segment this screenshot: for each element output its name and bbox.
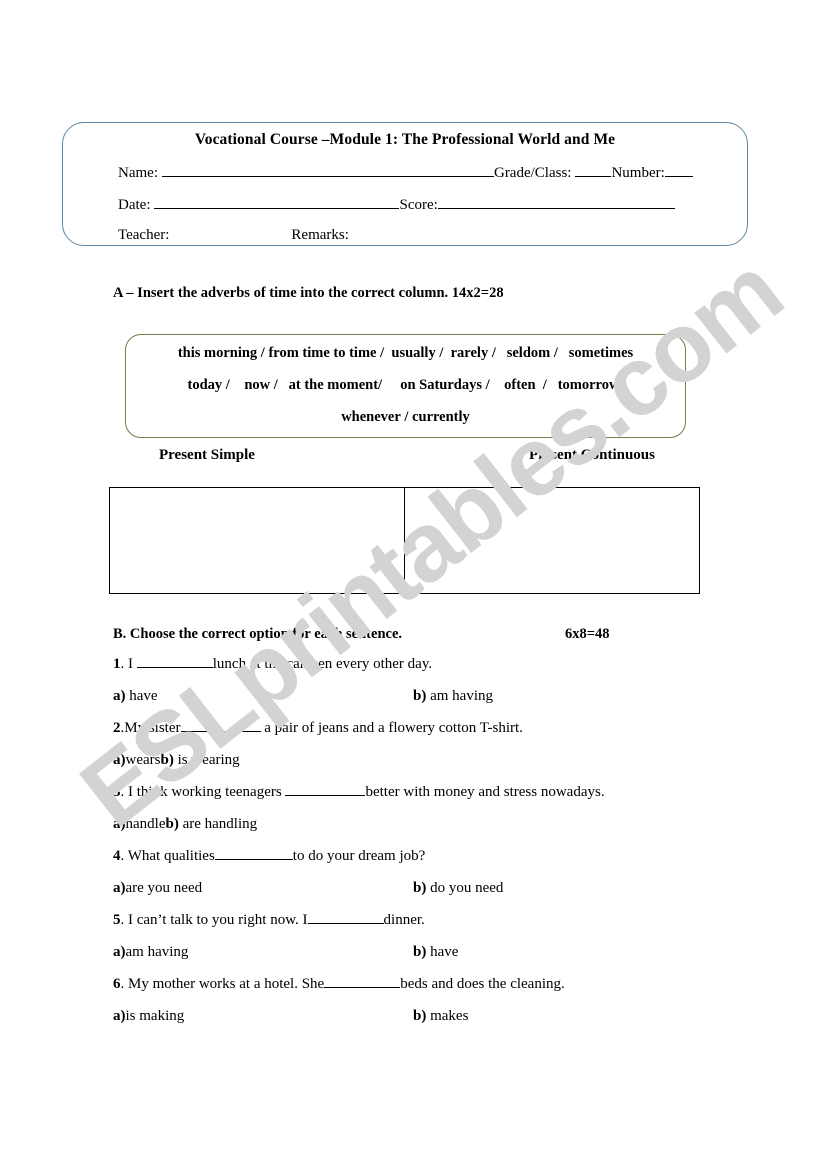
question-3-option-b[interactable]: b) are handling	[165, 816, 257, 832]
number-label: Number:	[611, 165, 665, 181]
column-header-present-simple: Present Simple	[159, 447, 255, 463]
question-3-blank[interactable]	[285, 782, 366, 796]
question-6-pre: . My mother works at a hotel. She	[120, 976, 325, 992]
section-b: B. Choose the correct option for each se…	[113, 626, 733, 1032]
student-info-card: Vocational Course –Module 1: The Profess…	[62, 122, 748, 246]
question-6-option-a[interactable]: a)is making	[113, 1008, 184, 1024]
word-box-line-1: this morning / from time to time / usual…	[177, 345, 634, 361]
answer-table	[109, 487, 700, 594]
section-b-points: 6x8=48	[565, 626, 610, 642]
grade-class-label: Grade/Class:	[493, 165, 572, 181]
question-3-number: 3	[113, 784, 121, 800]
date-label: Date:	[118, 197, 151, 213]
word-box-line-2: today / now / at the moment/ on Saturday…	[187, 377, 624, 393]
number-input-line[interactable]	[664, 163, 693, 177]
remarks-label: Remarks:	[291, 227, 349, 243]
question-2-pre: .My sister	[120, 720, 181, 736]
question-1: 1. I lunch at the canteen every other da…	[113, 648, 733, 680]
question-6-number: 6	[113, 976, 121, 992]
name-label: Name:	[118, 165, 158, 181]
date-row: Date: Score:	[118, 195, 735, 214]
adverbs-word-box: this morning / from time to time / usual…	[125, 334, 686, 438]
question-3-options: a)handleb) are handling	[113, 808, 733, 840]
name-input-line[interactable]	[161, 163, 494, 177]
question-6: 6. My mother works at a hotel. She beds a…	[113, 968, 733, 1000]
question-5-option-b[interactable]: b) have	[413, 936, 458, 968]
question-5-number: 5	[113, 912, 121, 928]
teacher-row: Teacher: Remarks:	[118, 227, 735, 244]
question-1-number: 1	[113, 656, 121, 672]
question-3-pre: . I think working teenagers	[120, 784, 286, 800]
question-4-option-b[interactable]: b) do you need	[413, 872, 503, 904]
section-b-heading-row: B. Choose the correct option for each se…	[113, 626, 733, 648]
question-2-options: a)wearsb) is wearing	[113, 744, 733, 776]
question-6-blank[interactable]	[324, 974, 401, 988]
question-5: 5. I can’t talk to you right now. I dinne…	[113, 904, 733, 936]
page-title: Vocational Course –Module 1: The Profess…	[194, 131, 616, 148]
question-4-options: a)are you need b) do you need	[113, 872, 733, 904]
answer-cell-present-continuous[interactable]	[405, 488, 699, 593]
question-4: 4. What qualities to do your dream job?	[113, 840, 733, 872]
question-5-blank[interactable]	[307, 910, 384, 924]
teacher-label: Teacher:	[118, 227, 170, 243]
question-5-options: a)am having b) have	[113, 936, 733, 968]
question-4-number: 4	[113, 848, 121, 864]
question-2-number: 2	[113, 720, 121, 736]
question-1-pre: . I	[120, 656, 137, 672]
question-2-option-b[interactable]: b) is wearing	[160, 752, 239, 768]
question-1-post: lunch at the canteen every other day.	[212, 656, 433, 672]
grade-class-input-line[interactable]	[575, 163, 612, 177]
question-3-option-a[interactable]: a)handle	[113, 816, 165, 832]
question-6-option-b[interactable]: b) makes	[413, 1000, 468, 1032]
worksheet-page: Vocational Course –Module 1: The Profess…	[0, 0, 826, 1169]
column-header-present-continuous: Present Continuous	[529, 447, 655, 463]
question-4-blank[interactable]	[214, 846, 293, 860]
question-4-pre: . What qualities	[120, 848, 215, 864]
section-b-heading: B. Choose the correct option for each se…	[113, 626, 403, 642]
question-4-option-a[interactable]: a)are you need	[113, 880, 202, 896]
question-5-post: dinner.	[383, 912, 425, 928]
date-input-line[interactable]	[154, 195, 400, 209]
score-label: Score:	[399, 197, 438, 213]
question-6-options: a)is making b) makes	[113, 1000, 733, 1032]
name-row: Name: Grade/Class: Number:	[118, 163, 735, 182]
question-5-pre: . I can’t talk to you right now. I	[120, 912, 308, 928]
question-6-post: beds and does the cleaning.	[400, 976, 565, 992]
question-2-blank[interactable]	[180, 718, 261, 732]
question-3-post: better with money and stress nowadays.	[365, 784, 605, 800]
question-2-post: a pair of jeans and a flowery cotton T-s…	[260, 720, 523, 736]
answer-cell-present-simple[interactable]	[110, 488, 405, 593]
question-1-option-b[interactable]: b) am having	[413, 680, 493, 712]
score-input-line[interactable]	[437, 195, 675, 209]
question-2-option-a[interactable]: a)wears	[113, 752, 160, 768]
question-1-blank[interactable]	[136, 654, 213, 668]
question-2: 2.My sister a pair of jeans and a flower…	[113, 712, 733, 744]
column-headers: Present Simple Present Continuous	[109, 447, 700, 469]
question-1-option-a[interactable]: a) have	[113, 688, 158, 704]
section-a-heading: A – Insert the adverbs of time into the …	[113, 285, 504, 301]
question-1-options: a) have b) am having	[113, 680, 733, 712]
question-5-option-a[interactable]: a)am having	[113, 944, 188, 960]
word-box-line-3: whenever / currently	[341, 409, 470, 425]
question-3: 3. I think working teenagers better with…	[113, 776, 733, 808]
question-4-post: to do your dream job?	[292, 848, 426, 864]
